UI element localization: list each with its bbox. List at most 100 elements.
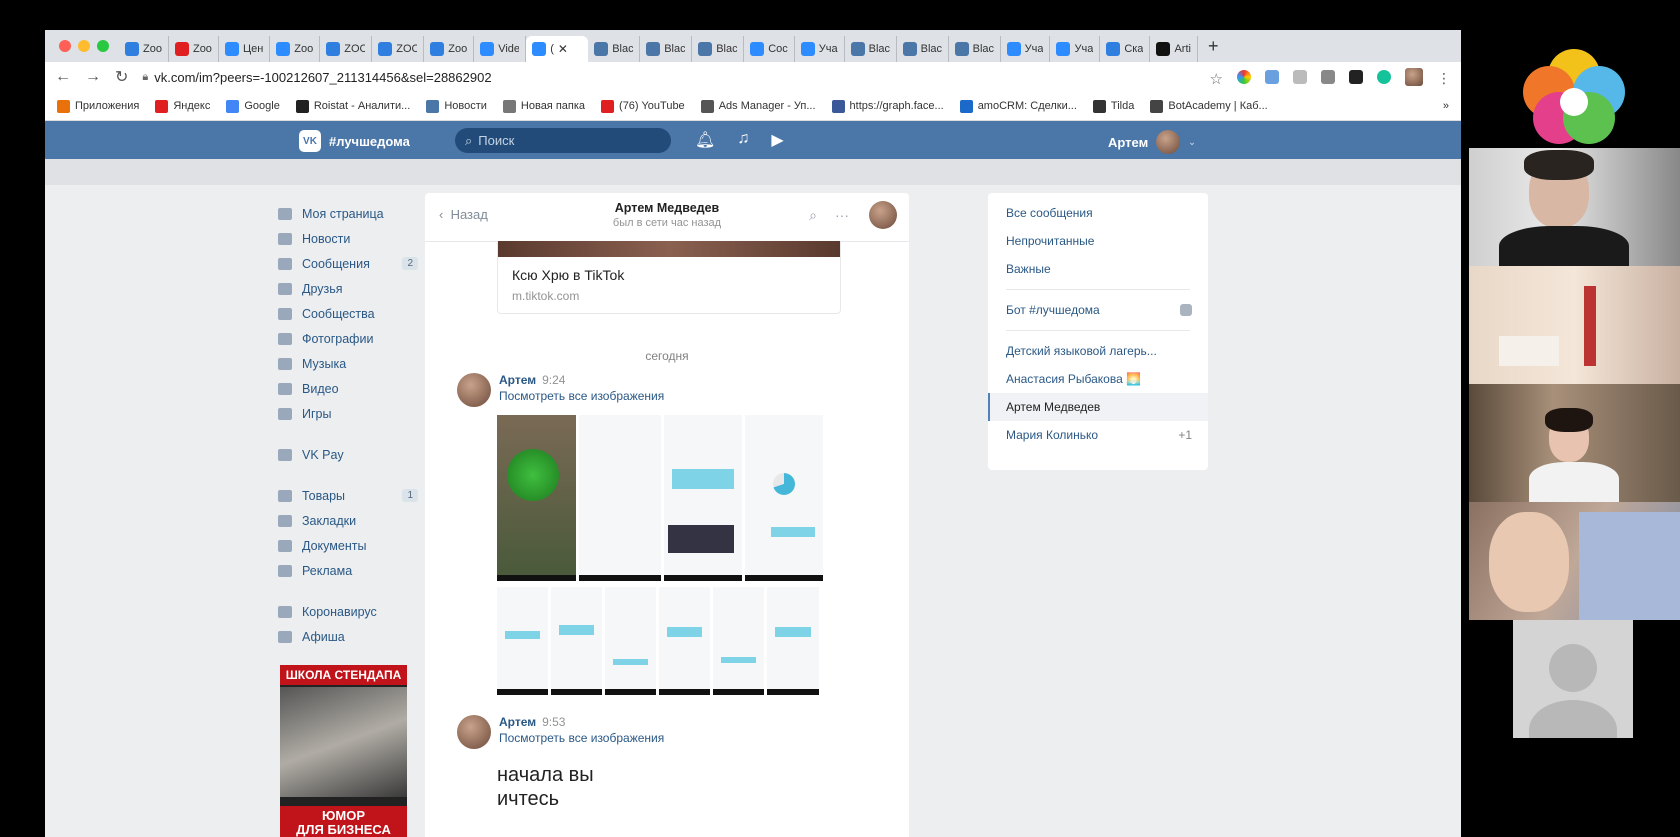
vk-user-menu[interactable]: Артем ⌄ — [1108, 130, 1196, 154]
gallery-image[interactable] — [767, 587, 819, 695]
bookmark-9[interactable]: amoCRM: Сделки... — [959, 99, 1077, 113]
sidebar-item-megaphone[interactable]: Реклама — [278, 558, 428, 583]
tab-15[interactable]: Blac — [897, 36, 949, 62]
bookmark-4[interactable]: Новости — [426, 99, 487, 113]
tab-13[interactable]: Уча — [795, 36, 845, 62]
gallery-image[interactable] — [497, 415, 576, 581]
extension-mail-icon[interactable] — [1349, 70, 1363, 84]
bookmark-1[interactable]: Яндекс — [155, 99, 210, 113]
tab-19[interactable]: Ска — [1100, 36, 1151, 62]
view-all-images-link[interactable]: Посмотреть все изображения — [499, 389, 664, 403]
bookmark-11[interactable]: BotAcademy | Каб... — [1150, 99, 1268, 113]
sidebar-item-music[interactable]: Музыка — [278, 351, 428, 376]
sidebar-item-news[interactable]: Новости — [278, 226, 428, 251]
gallery-image[interactable] — [551, 587, 602, 695]
tab-3[interactable]: Zoo — [270, 36, 321, 62]
sidebar-item-video[interactable]: Видео — [278, 376, 428, 401]
gallery-image[interactable] — [579, 415, 661, 581]
minimize-window-button[interactable] — [78, 40, 90, 52]
tab-1[interactable]: Zoo — [169, 36, 219, 62]
dialog-item-3[interactable]: Мария Колинько +1 — [988, 421, 1208, 449]
more-dots-icon[interactable]: ··· — [835, 207, 849, 224]
tab-18[interactable]: Уча — [1050, 36, 1101, 62]
dialog-item-1[interactable]: Анастасия Рыбакова 🌅 — [988, 365, 1208, 393]
gallery-image[interactable] — [745, 415, 823, 581]
dialog-item-2[interactable]: Артем Медведев — [988, 393, 1208, 421]
profile-avatar[interactable] — [1405, 68, 1423, 86]
dialog-item-0[interactable]: Детский языковой лагерь... — [988, 337, 1208, 365]
sidebar-item-bag[interactable]: Товары 1 — [278, 483, 428, 508]
filter-item-0[interactable]: Все сообщения — [988, 199, 1208, 227]
gallery-image[interactable] — [497, 587, 548, 695]
tab-12[interactable]: Coc — [744, 36, 795, 62]
sidebar-item-camera[interactable]: Фотографии — [278, 326, 428, 351]
video-tile-no-camera[interactable] — [1469, 620, 1680, 738]
bookmark-3[interactable]: Roistat - Аналити... — [295, 99, 410, 113]
tab-2[interactable]: Цен — [219, 36, 271, 62]
tab-4[interactable]: ZOC — [320, 36, 373, 62]
tab-20[interactable]: Arti — [1150, 36, 1198, 62]
gallery-image[interactable] — [605, 587, 656, 695]
sidebar-item-vkpay[interactable]: VK Pay — [278, 442, 428, 467]
view-all-images-link[interactable]: Посмотреть все изображения — [499, 731, 664, 745]
sidebar-item-friends[interactable]: Друзья — [278, 276, 428, 301]
bookmarks-more-icon[interactable]: » — [1443, 100, 1449, 112]
menu-dots-icon[interactable]: ⋮ — [1437, 70, 1451, 86]
tab-16[interactable]: Blac — [949, 36, 1001, 62]
tab-11[interactable]: Blac — [692, 36, 745, 62]
close-window-button[interactable] — [59, 40, 71, 52]
message-avatar[interactable] — [457, 373, 491, 407]
vk-search-input[interactable]: ⌕ Поиск — [455, 128, 671, 153]
video-tile-logo[interactable] — [1469, 30, 1680, 148]
extension-code-icon[interactable] — [1321, 70, 1335, 84]
link-preview-card[interactable]: Ксю Хрю в TikTok m.tiktok.com — [497, 241, 841, 314]
tab-0[interactable]: Zoo — [119, 36, 169, 62]
sidebar-item-messages[interactable]: Сообщения 2 — [278, 251, 428, 276]
tab-9[interactable]: Blac — [588, 36, 641, 62]
bookmark-6[interactable]: (76) YouTube — [601, 99, 685, 113]
filter-item-1[interactable]: Непрочитанные — [988, 227, 1208, 255]
tab-10[interactable]: Blac — [640, 36, 693, 62]
video-tile-participant[interactable] — [1469, 148, 1680, 266]
back-arrow-icon[interactable]: ← — [55, 68, 71, 86]
sidebar-item-home[interactable]: Моя страница — [278, 201, 428, 226]
bookmark-5[interactable]: Новая папка — [502, 99, 585, 113]
music-note-icon[interactable]: ♫ — [737, 130, 749, 150]
sidebar-item-document[interactable]: Документы — [278, 533, 428, 558]
search-icon[interactable]: ⌕ — [809, 207, 817, 224]
bookmark-7[interactable]: Ads Manager - Уп... — [700, 99, 816, 113]
forward-arrow-icon[interactable]: → — [85, 68, 101, 86]
tab-6[interactable]: Zoo — [424, 36, 475, 62]
message-author[interactable]: Артем — [499, 373, 536, 387]
extension-eye-icon[interactable] — [1293, 70, 1307, 84]
message-author[interactable]: Артем — [499, 715, 536, 729]
bookmark-8[interactable]: https://graph.face... — [831, 99, 944, 113]
chat-avatar[interactable] — [869, 201, 897, 229]
tab-5[interactable]: ZOC — [372, 36, 425, 62]
close-icon[interactable]: ✕ — [558, 42, 568, 56]
grammarly-icon[interactable] — [1377, 70, 1391, 84]
gallery-image[interactable] — [659, 587, 710, 695]
tab-7[interactable]: Vide — [474, 36, 527, 62]
tab-17[interactable]: Уча — [1001, 36, 1051, 62]
extension-color-icon[interactable] — [1237, 70, 1251, 84]
gallery-image[interactable] — [713, 587, 764, 695]
tab-14[interactable]: Blac — [845, 36, 897, 62]
new-tab-button[interactable]: + — [1208, 36, 1219, 57]
sidebar-item-virus[interactable]: Коронавирус — [278, 599, 428, 624]
dialog-bot[interactable]: Бот #лучшедома — [988, 296, 1208, 324]
reload-icon[interactable]: ↻ — [115, 67, 128, 87]
video-tile-participant[interactable] — [1469, 266, 1680, 384]
image-preview-text[interactable]: начала вы ичтесь — [497, 763, 594, 811]
vk-logo[interactable]: VK #лучшедома — [299, 130, 410, 152]
video-tile-participant[interactable] — [1469, 384, 1680, 502]
gallery-image[interactable] — [664, 415, 742, 581]
play-icon[interactable]: ▶ — [771, 130, 783, 150]
bookmark-star-icon[interactable]: ☆ — [1210, 70, 1223, 88]
bookmark-10[interactable]: Tilda — [1092, 99, 1134, 113]
filter-item-2[interactable]: Важные — [988, 255, 1208, 283]
bell-icon[interactable]: 🔔︎ — [695, 130, 715, 150]
tab-8[interactable]: (✕ — [526, 36, 589, 62]
bookmark-2[interactable]: Google — [226, 99, 280, 113]
extension-tag-icon[interactable] — [1265, 70, 1279, 84]
